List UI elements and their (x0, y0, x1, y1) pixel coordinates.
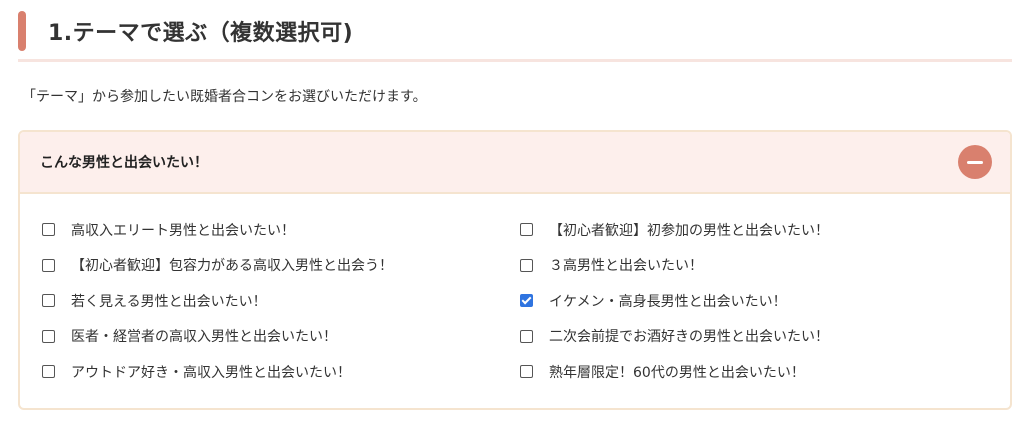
checkbox[interactable] (520, 258, 533, 272)
theme-option[interactable]: 【初心者歓迎】初参加の男性と出会いたい！ (520, 212, 990, 248)
section-heading: 1.テーマで選ぶ（複数選択可) (18, 10, 353, 52)
checkbox-checked[interactable] (520, 294, 533, 308)
theme-option-label: 医者・経営者の高収入男性と出会いたい！ (71, 329, 337, 346)
checkbox[interactable] (42, 258, 55, 272)
theme-option[interactable]: 高収入エリート男性と出会いたい！ (42, 212, 520, 248)
theme-option-label: 高収入エリート男性と出会いたい！ (71, 222, 295, 239)
theme-option[interactable]: イケメン・高身長男性と出会いたい！ (520, 283, 990, 319)
theme-option-label: 【初心者歓迎】初参加の男性と出会いたい！ (549, 222, 829, 239)
theme-option[interactable]: 【初心者歓迎】包容力がある高収入男性と出会う！ (42, 248, 520, 284)
heading-divider (18, 59, 1012, 62)
checkbox[interactable] (520, 329, 533, 343)
theme-option[interactable]: 二次会前提でお酒好きの男性と出会いたい！ (520, 319, 990, 355)
theme-option[interactable]: ３高男性と出会いたい！ (520, 248, 990, 284)
theme-option-label: 熟年層限定！60代の男性と出会いたい！ (549, 364, 805, 381)
checkbox[interactable] (42, 294, 55, 308)
accordion-header[interactable]: こんな男性と出会いたい！ (20, 132, 1010, 194)
checkbox[interactable] (520, 223, 533, 237)
theme-option[interactable]: 若く見える男性と出会いたい！ (42, 283, 520, 319)
heading-accent-bar (18, 11, 26, 51)
section-description: 「テーマ」から参加したい既婚者合コンをお選びいただけます。 (22, 89, 427, 105)
theme-option[interactable]: アウトドア好き・高収入男性と出会いたい！ (42, 354, 520, 390)
theme-options-list: 高収入エリート男性と出会いたい！ 【初心者歓迎】初参加の男性と出会いたい！ 【初心者… (20, 194, 1010, 390)
theme-option-label: 二次会前提でお酒好きの男性と出会いたい！ (549, 329, 829, 346)
theme-option[interactable]: 熟年層限定！60代の男性と出会いたい！ (520, 354, 990, 390)
section-title: 1.テーマで選ぶ（複数選択可) (48, 21, 354, 46)
theme-option-label: 【初心者歓迎】包容力がある高収入男性と出会う！ (71, 258, 393, 275)
accordion-panel: こんな男性と出会いたい！ 高収入エリート男性と出会いたい！ 【初心者歓迎】初参加の… (18, 130, 1012, 410)
theme-option-label: アウトドア好き・高収入男性と出会いたい！ (71, 364, 351, 381)
theme-option[interactable]: 医者・経営者の高収入男性と出会いたい！ (42, 319, 520, 355)
minus-icon (967, 161, 983, 164)
accordion-title: こんな男性と出会いたい！ (40, 155, 208, 171)
checkbox[interactable] (42, 223, 55, 237)
collapse-button[interactable] (958, 145, 992, 179)
checkbox[interactable] (520, 365, 533, 379)
checkbox[interactable] (42, 365, 55, 379)
theme-option-label: ３高男性と出会いたい！ (549, 258, 703, 275)
theme-option-label: イケメン・高身長男性と出会いたい！ (549, 293, 787, 310)
theme-option-label: 若く見える男性と出会いたい！ (71, 293, 267, 310)
checkbox[interactable] (42, 329, 55, 343)
theme-selection-section: 1.テーマで選ぶ（複数選択可) 「テーマ」から参加したい既婚者合コンをお選びいた… (0, 0, 1024, 422)
